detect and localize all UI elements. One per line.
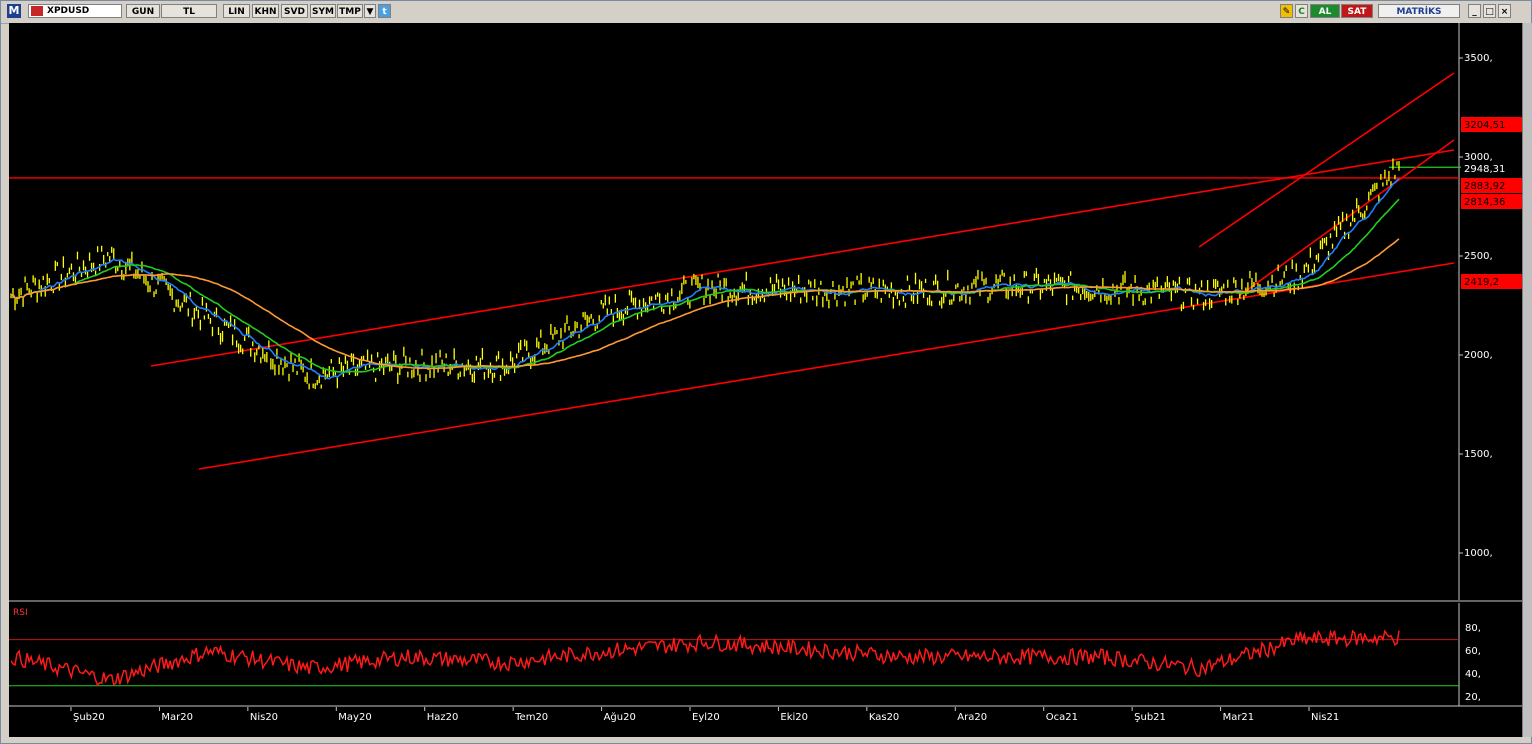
price-tick-label: 1500, xyxy=(1464,449,1493,460)
app-logo: M xyxy=(7,4,21,18)
price-tick-label: 2500, xyxy=(1464,251,1493,262)
time-axis-label: Ara20 xyxy=(957,712,987,723)
chart-window: M XPDUSD GUN TL LIN KHN SVD SYM TMP ▼ t … xyxy=(0,0,1532,744)
khn-button[interactable]: KHN xyxy=(252,4,279,18)
chart-toolbar: M XPDUSD GUN TL LIN KHN SVD SYM TMP ▼ t … xyxy=(1,1,1531,24)
time-axis-label: Oca21 xyxy=(1046,712,1078,723)
time-axis-label: Nis20 xyxy=(250,712,278,723)
minimize-icon[interactable]: _ xyxy=(1468,4,1481,18)
time-axis-label: Eki20 xyxy=(780,712,808,723)
ma-slow-line xyxy=(10,238,1400,370)
time-axis-label: Şub21 xyxy=(1134,712,1166,723)
time-axis-label: Eyl20 xyxy=(692,712,720,723)
trend-line xyxy=(1198,72,1455,248)
rsi-tick-label: 40, xyxy=(1465,669,1481,680)
time-axis-label: Nis21 xyxy=(1311,712,1339,723)
rsi-tick-label: 20, xyxy=(1465,692,1481,703)
time-axis-label: May20 xyxy=(338,712,371,723)
period-button[interactable]: GUN xyxy=(126,4,160,18)
price-tags: 3204,51 2948,31 2883,92 2814,36 2419,2 xyxy=(1461,117,1523,289)
rsi-panel: RSI 80, 60, 40, 20, xyxy=(9,608,1481,703)
currency-button[interactable]: TL xyxy=(161,4,217,18)
tmp-button[interactable]: TMP xyxy=(337,4,363,18)
time-axis-label: Şub20 xyxy=(73,712,105,723)
price-tag-label: 2883,92 xyxy=(1464,181,1505,192)
pencil-icon[interactable]: ✎ xyxy=(1280,4,1293,18)
lin-button[interactable]: LIN xyxy=(223,4,250,18)
time-axis-label: Mar20 xyxy=(161,712,193,723)
symbol-selector[interactable]: XPDUSD xyxy=(28,4,122,18)
sym-button[interactable]: SYM xyxy=(310,4,336,18)
price-tick-label: 2000, xyxy=(1464,350,1493,361)
time-axis: Şub20 Mar20 Nis20 May20 Haz20 Tem20 Ağu20 Eyl20… xyxy=(70,707,1339,723)
moving-averages xyxy=(10,177,1400,380)
chart-canvas[interactable]: 3500,3000,2500,2000,1500,1000, 3204,5129… xyxy=(9,23,1523,737)
maximize-icon[interactable]: □ xyxy=(1483,4,1496,18)
time-axis-label: Mar21 xyxy=(1223,712,1255,723)
time-axis-label: Ağu20 xyxy=(604,711,636,723)
twitter-icon[interactable]: t xyxy=(378,4,391,18)
rsi-tick-label: 80, xyxy=(1465,623,1481,634)
price-tag-label: 2948,31 xyxy=(1464,164,1505,175)
svd-button[interactable]: SVD xyxy=(281,4,308,18)
vertical-scrollbar[interactable] xyxy=(1522,23,1532,737)
time-axis-label: Kas20 xyxy=(869,712,899,723)
rsi-tick-label: 60, xyxy=(1465,646,1481,657)
chart-area[interactable]: 3500, 3000, 2500, 2000, 1500, 1000, 3204,51 29… xyxy=(9,23,1523,737)
refresh-icon[interactable]: C xyxy=(1295,4,1308,18)
price-tick-label: 1000, xyxy=(1464,548,1493,559)
sell-button[interactable]: SAT xyxy=(1341,4,1373,18)
time-axis-label: Tem20 xyxy=(514,712,548,723)
dropdown-arrow-icon[interactable]: ▼ xyxy=(364,4,376,18)
rsi-line xyxy=(10,629,1400,687)
trend-line xyxy=(150,149,1455,367)
buy-button[interactable]: AL xyxy=(1310,4,1340,18)
symbol-flag-icon xyxy=(31,6,43,16)
ma-fast-line xyxy=(10,177,1400,380)
price-tag-label: 2814,36 xyxy=(1464,197,1505,208)
price-tag-label: 3204,51 xyxy=(1464,120,1505,131)
rsi-label: RSI xyxy=(13,608,28,618)
price-tag-label: 2419,2 xyxy=(1464,277,1499,288)
price-tick-label: 3500, xyxy=(1464,53,1493,64)
brand-logo: MATRİKS xyxy=(1378,4,1460,18)
close-icon[interactable]: × xyxy=(1498,4,1511,18)
symbol-label: XPDUSD xyxy=(47,6,90,16)
time-axis-label: Haz20 xyxy=(427,712,459,723)
